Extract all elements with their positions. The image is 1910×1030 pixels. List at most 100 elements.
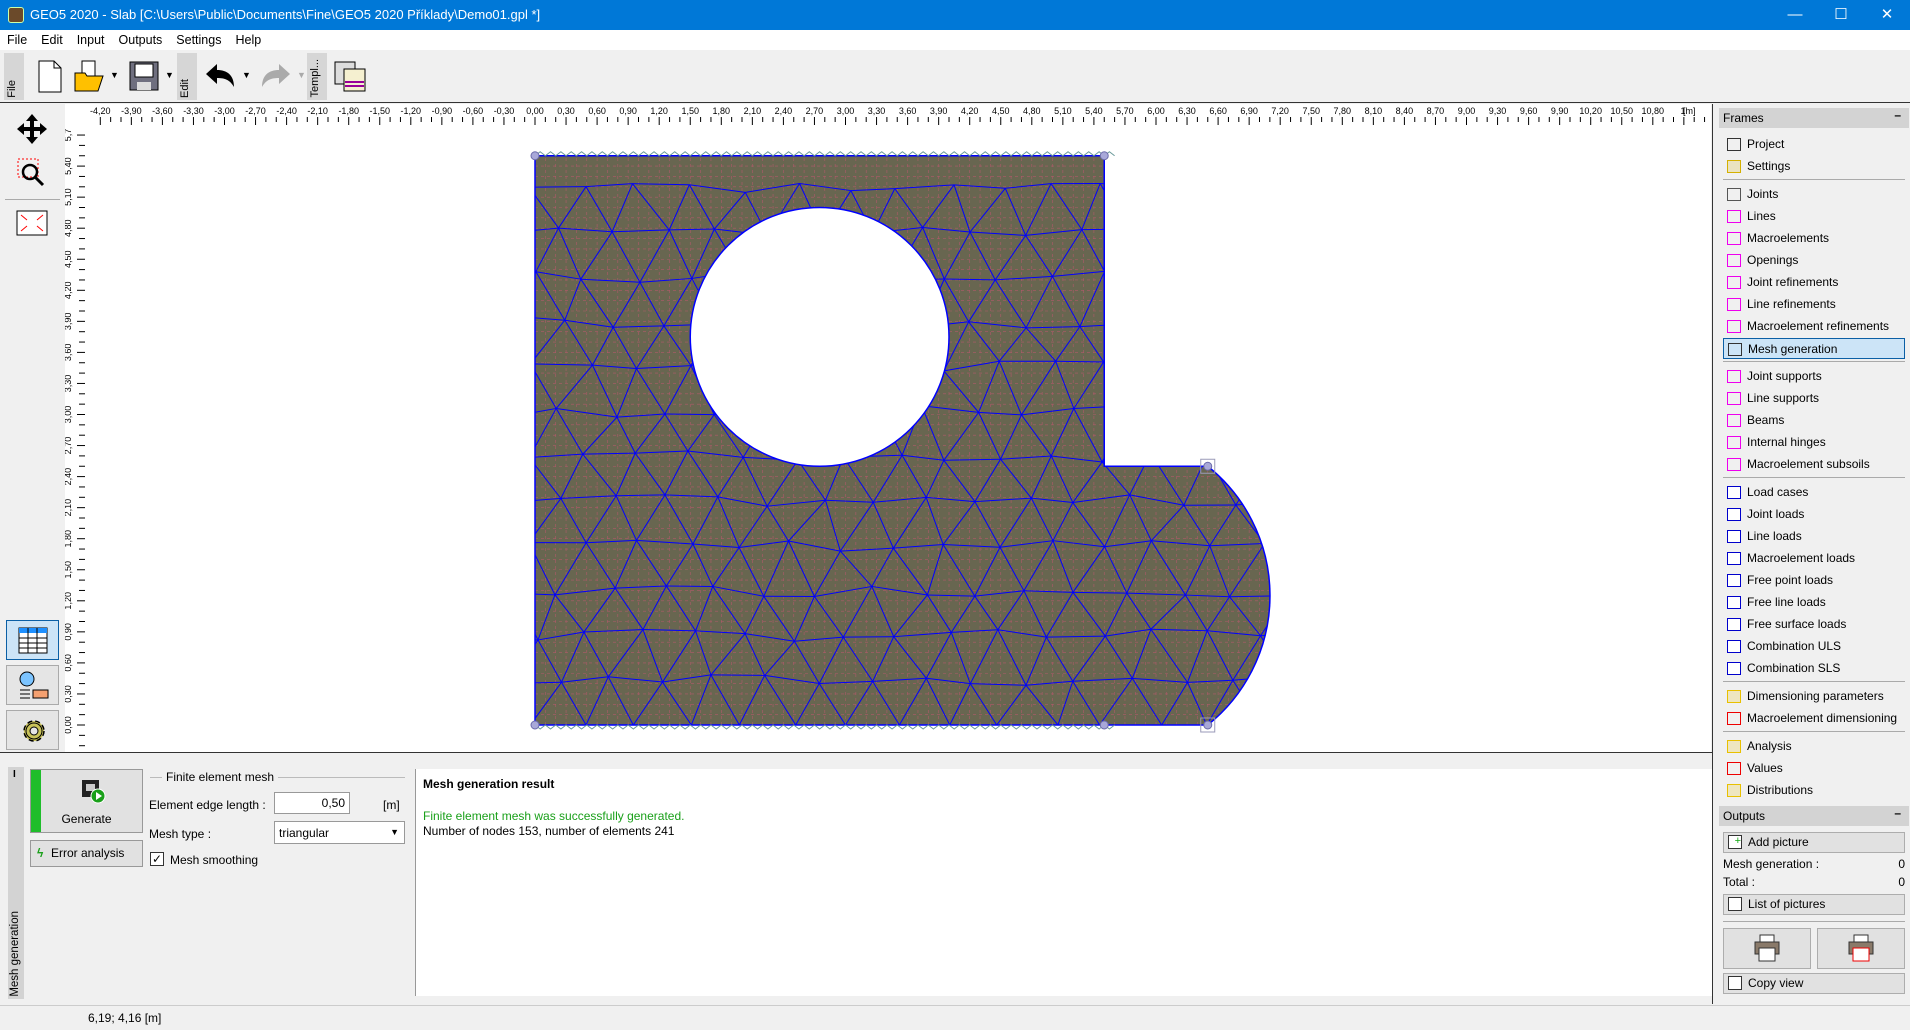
frames-separator xyxy=(1723,361,1905,362)
pan-move-icon[interactable] xyxy=(15,112,49,146)
ruler-y-label: 3,30 xyxy=(65,375,73,393)
copy-view-button[interactable]: Copy view xyxy=(1723,973,1905,994)
edge-length-input[interactable] xyxy=(274,792,350,814)
menu-edit[interactable]: Edit xyxy=(34,30,70,47)
menu-settings[interactable]: Settings xyxy=(169,30,228,47)
menu-outputs[interactable]: Outputs xyxy=(112,30,170,47)
add-picture-label: Add picture xyxy=(1748,835,1809,849)
outputs-header[interactable]: Outputs – xyxy=(1719,806,1909,826)
new-file-icon[interactable] xyxy=(32,58,68,94)
ruler-y-label: 1,80 xyxy=(65,530,73,548)
frame-line-supports[interactable]: Line supports xyxy=(1723,388,1905,409)
frame-load-cases[interactable]: Load cases xyxy=(1723,482,1905,503)
frame-label: Joint loads xyxy=(1747,507,1804,521)
frame-line-loads[interactable]: Line loads xyxy=(1723,526,1905,547)
mesh-smoothing-label: Mesh smoothing xyxy=(170,853,258,867)
generate-button[interactable]: Generate xyxy=(30,769,143,833)
copy-view-icon xyxy=(1728,976,1742,990)
frame-settings[interactable]: Settings xyxy=(1723,156,1905,177)
frame-line-refinements[interactable]: Line refinements xyxy=(1723,294,1905,315)
frame-distributions[interactable]: Distributions xyxy=(1723,780,1905,801)
frame-joint-loads[interactable]: Joint loads xyxy=(1723,504,1905,525)
frame-macroelements[interactable]: Macroelements xyxy=(1723,228,1905,249)
outputs-separator xyxy=(1723,921,1905,922)
drawing-canvas[interactable]: -4,20-3,90-3,60-3,30-3,00-2,70-2,40-2,10… xyxy=(65,104,1711,752)
menu-file[interactable]: File xyxy=(0,30,34,47)
frame-joint-refinements[interactable]: Joint refinements xyxy=(1723,272,1905,293)
minimize-button[interactable]: — xyxy=(1772,0,1818,30)
frames-header[interactable]: Frames– xyxy=(1719,108,1909,128)
collapse-icon[interactable]: – xyxy=(1894,806,1901,820)
menu-input[interactable]: Input xyxy=(70,30,112,47)
frame-label: Combination SLS xyxy=(1747,661,1840,675)
ruler-x-label: 2,40 xyxy=(775,106,793,116)
frame-analysis[interactable]: Analysis xyxy=(1723,736,1905,757)
frame-joints[interactable]: Joints xyxy=(1723,184,1905,205)
ruler-x-label: 7,80 xyxy=(1334,106,1352,116)
redo-icon[interactable] xyxy=(258,58,294,94)
mesh-generation-tab[interactable]: I Mesh generation xyxy=(8,767,24,999)
list-pictures-icon xyxy=(1728,897,1742,911)
print-picture-button[interactable] xyxy=(1817,928,1905,969)
settings-icon xyxy=(1727,160,1741,173)
ruler-x-label: 8,40 xyxy=(1396,106,1414,116)
frame-mesh-generation[interactable]: Mesh generation xyxy=(1723,338,1905,359)
frame-internal-hinges[interactable]: Internal hinges xyxy=(1723,432,1905,453)
collapse-icon[interactable]: – xyxy=(1894,108,1901,122)
ruler-y-label: 0,00 xyxy=(65,716,73,734)
left-toolbar xyxy=(0,104,65,752)
mesh-type-select[interactable]: triangular ▼ xyxy=(274,821,405,844)
toolbar-divider xyxy=(5,199,60,200)
joint-marker xyxy=(1100,152,1108,160)
open-file-icon[interactable] xyxy=(72,58,108,94)
settings-view-button[interactable] xyxy=(6,710,59,750)
joint-marker xyxy=(1100,721,1108,729)
frame-lines[interactable]: Lines xyxy=(1723,206,1905,227)
close-button[interactable]: ✕ xyxy=(1864,0,1910,30)
frame-project[interactable]: Project xyxy=(1723,134,1905,155)
ruler-x-label: -3,00 xyxy=(214,106,235,116)
toolbar-group-edit: Edit xyxy=(177,53,197,100)
print-button[interactable] xyxy=(1723,928,1811,969)
frame-free-point-loads[interactable]: Free point loads xyxy=(1723,570,1905,591)
zoom-extents-icon[interactable] xyxy=(16,210,48,236)
undo-icon[interactable] xyxy=(202,58,238,94)
frame-dimensioning-parameters[interactable]: Dimensioning parameters xyxy=(1723,686,1905,707)
mesh-smoothing-checkbox[interactable]: ✓ xyxy=(150,852,164,866)
frame-beams[interactable]: Beams xyxy=(1723,410,1905,431)
frame-values[interactable]: Values xyxy=(1723,758,1905,779)
save-dropdown-icon[interactable]: ▼ xyxy=(165,70,174,80)
frame-free-line-loads[interactable]: Free line loads xyxy=(1723,592,1905,613)
frame-combination-uls[interactable]: Combination ULS xyxy=(1723,636,1905,657)
outputs-title: Outputs xyxy=(1723,809,1765,823)
ruler-x-label: -3,90 xyxy=(121,106,142,116)
frame-free-surface-loads[interactable]: Free surface loads xyxy=(1723,614,1905,635)
openings-icon xyxy=(1727,254,1741,267)
frame-macroelement-dimensioning[interactable]: Macroelement dimensioning xyxy=(1723,708,1905,729)
frame-macroelement-refinements[interactable]: Macroelement refinements xyxy=(1723,316,1905,337)
error-analysis-label: Error analysis xyxy=(51,846,124,860)
menu-help[interactable]: Help xyxy=(228,30,268,47)
table-view-button[interactable] xyxy=(6,620,59,660)
maximize-button[interactable]: ☐ xyxy=(1818,0,1864,30)
labels-view-button[interactable] xyxy=(6,665,59,705)
pin-icon[interactable]: I xyxy=(13,769,16,780)
template-icon[interactable] xyxy=(332,58,368,94)
ruler-x-label: 5,10 xyxy=(1054,106,1072,116)
frame-macroelement-subsoils[interactable]: Macroelement subsoils xyxy=(1723,454,1905,475)
frame-joint-supports[interactable]: Joint supports xyxy=(1723,366,1905,387)
error-analysis-button[interactable]: ϟ Error analysis xyxy=(30,840,143,867)
undo-dropdown-icon[interactable]: ▼ xyxy=(242,70,251,80)
frame-label: Load cases xyxy=(1747,485,1808,499)
redo-dropdown-icon[interactable]: ▼ xyxy=(297,70,306,80)
open-dropdown-icon[interactable]: ▼ xyxy=(110,70,119,80)
combination-sls-icon xyxy=(1727,662,1741,675)
save-file-icon[interactable] xyxy=(126,58,162,94)
ruler-x-label: -3,30 xyxy=(183,106,204,116)
zoom-window-icon[interactable] xyxy=(15,156,49,190)
list-of-pictures-button[interactable]: List of pictures xyxy=(1723,894,1905,915)
frame-combination-sls[interactable]: Combination SLS xyxy=(1723,658,1905,679)
add-picture-button[interactable]: +Add picture xyxy=(1723,832,1905,853)
frame-openings[interactable]: Openings xyxy=(1723,250,1905,271)
frame-macroelement-loads[interactable]: Macroelement loads xyxy=(1723,548,1905,569)
